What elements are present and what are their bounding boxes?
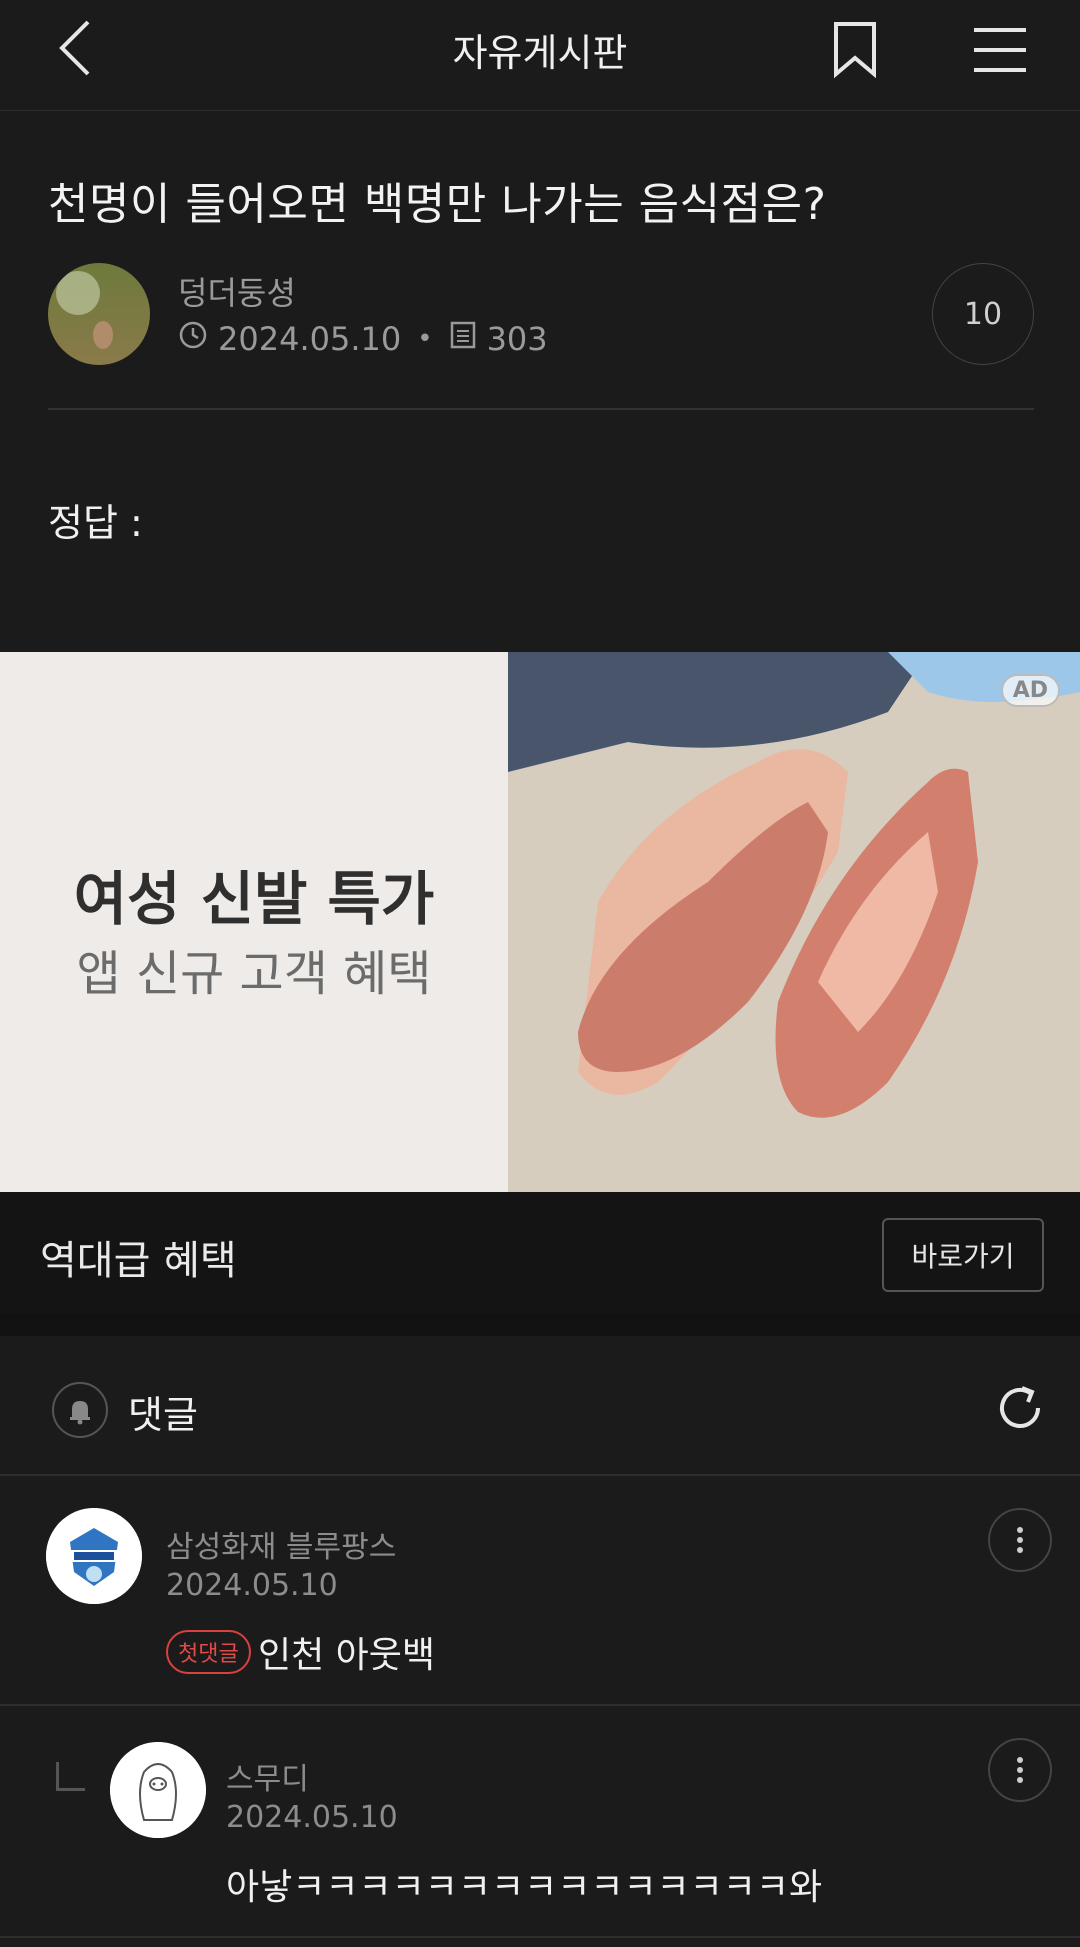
comment-text: 아낳ㅋㅋㅋㅋㅋㅋㅋㅋㅋㅋㅋㅋㅋㅋㅋ와	[226, 1867, 823, 1908]
post-date: 2024.05.10	[218, 320, 402, 358]
reply-indicator-icon	[56, 1762, 85, 1791]
bookmark-icon[interactable]	[830, 20, 880, 80]
comment-text: 인천 아웃백	[258, 1635, 436, 1676]
clock-icon	[178, 320, 208, 358]
bell-icon[interactable]	[52, 1382, 108, 1438]
ad-subline: 앱 신규 고객 혜택	[76, 946, 432, 1002]
comments-label: 댓글	[128, 1393, 198, 1437]
commenter-avatar[interactable]	[46, 1508, 142, 1604]
commenter-avatar[interactable]	[110, 1742, 206, 1838]
author-name[interactable]: 덩더둥셩	[178, 268, 296, 314]
go-button[interactable]: 바로가기	[882, 1218, 1044, 1292]
section-gap	[0, 1314, 1080, 1336]
first-comment-badge: 첫댓글	[166, 1630, 251, 1674]
top-bar: 자유게시판	[0, 0, 1080, 111]
comments-header: 댓글	[0, 1336, 1080, 1476]
more-icon[interactable]	[988, 1508, 1052, 1572]
post-meta: 2024.05.10 • 303	[178, 320, 548, 358]
post-title: 천명이 들어오면 백명만 나가는 음식점은?	[48, 179, 827, 230]
comment-date: 2024.05.10	[166, 1568, 338, 1603]
meta-separator: •	[417, 324, 433, 354]
divider	[48, 408, 1034, 410]
commenter-name[interactable]: 삼성화재 블루팡스	[166, 1522, 396, 1566]
refresh-icon[interactable]	[994, 1382, 1046, 1434]
document-icon	[449, 320, 477, 358]
author-avatar[interactable]	[48, 263, 150, 365]
comment-count-button[interactable]: 10	[932, 263, 1034, 365]
ad-headline: 여성 신발 특가	[73, 865, 435, 933]
commenter-name[interactable]: 스무디	[226, 1754, 309, 1798]
ad-bar-label: 역대급 혜택	[40, 1238, 237, 1284]
reply-item: 스무디 2024.05.10 아낳ㅋㅋㅋㅋㅋㅋㅋㅋㅋㅋㅋㅋㅋㅋㅋ와	[0, 1706, 1080, 1938]
ad-cta-bar: 역대급 혜택 바로가기	[0, 1192, 1080, 1314]
page-title: 자유게시판	[452, 31, 628, 75]
comment-date: 2024.05.10	[226, 1800, 398, 1835]
ad-text-panel: 여성 신발 특가 앱 신규 고객 혜택	[0, 652, 508, 1192]
ad-image: AD	[508, 652, 1080, 1192]
menu-icon[interactable]	[970, 22, 1030, 78]
ad-badge: AD	[1000, 674, 1060, 707]
view-count: 303	[486, 320, 548, 358]
ad-banner[interactable]: 여성 신발 특가 앱 신규 고객 혜택 AD	[0, 652, 1080, 1192]
more-icon[interactable]	[988, 1738, 1052, 1802]
post-body: 정답 :	[48, 501, 143, 545]
comment-item: 삼성화재 블루팡스 2024.05.10 첫댓글 인천 아웃백	[0, 1476, 1080, 1706]
